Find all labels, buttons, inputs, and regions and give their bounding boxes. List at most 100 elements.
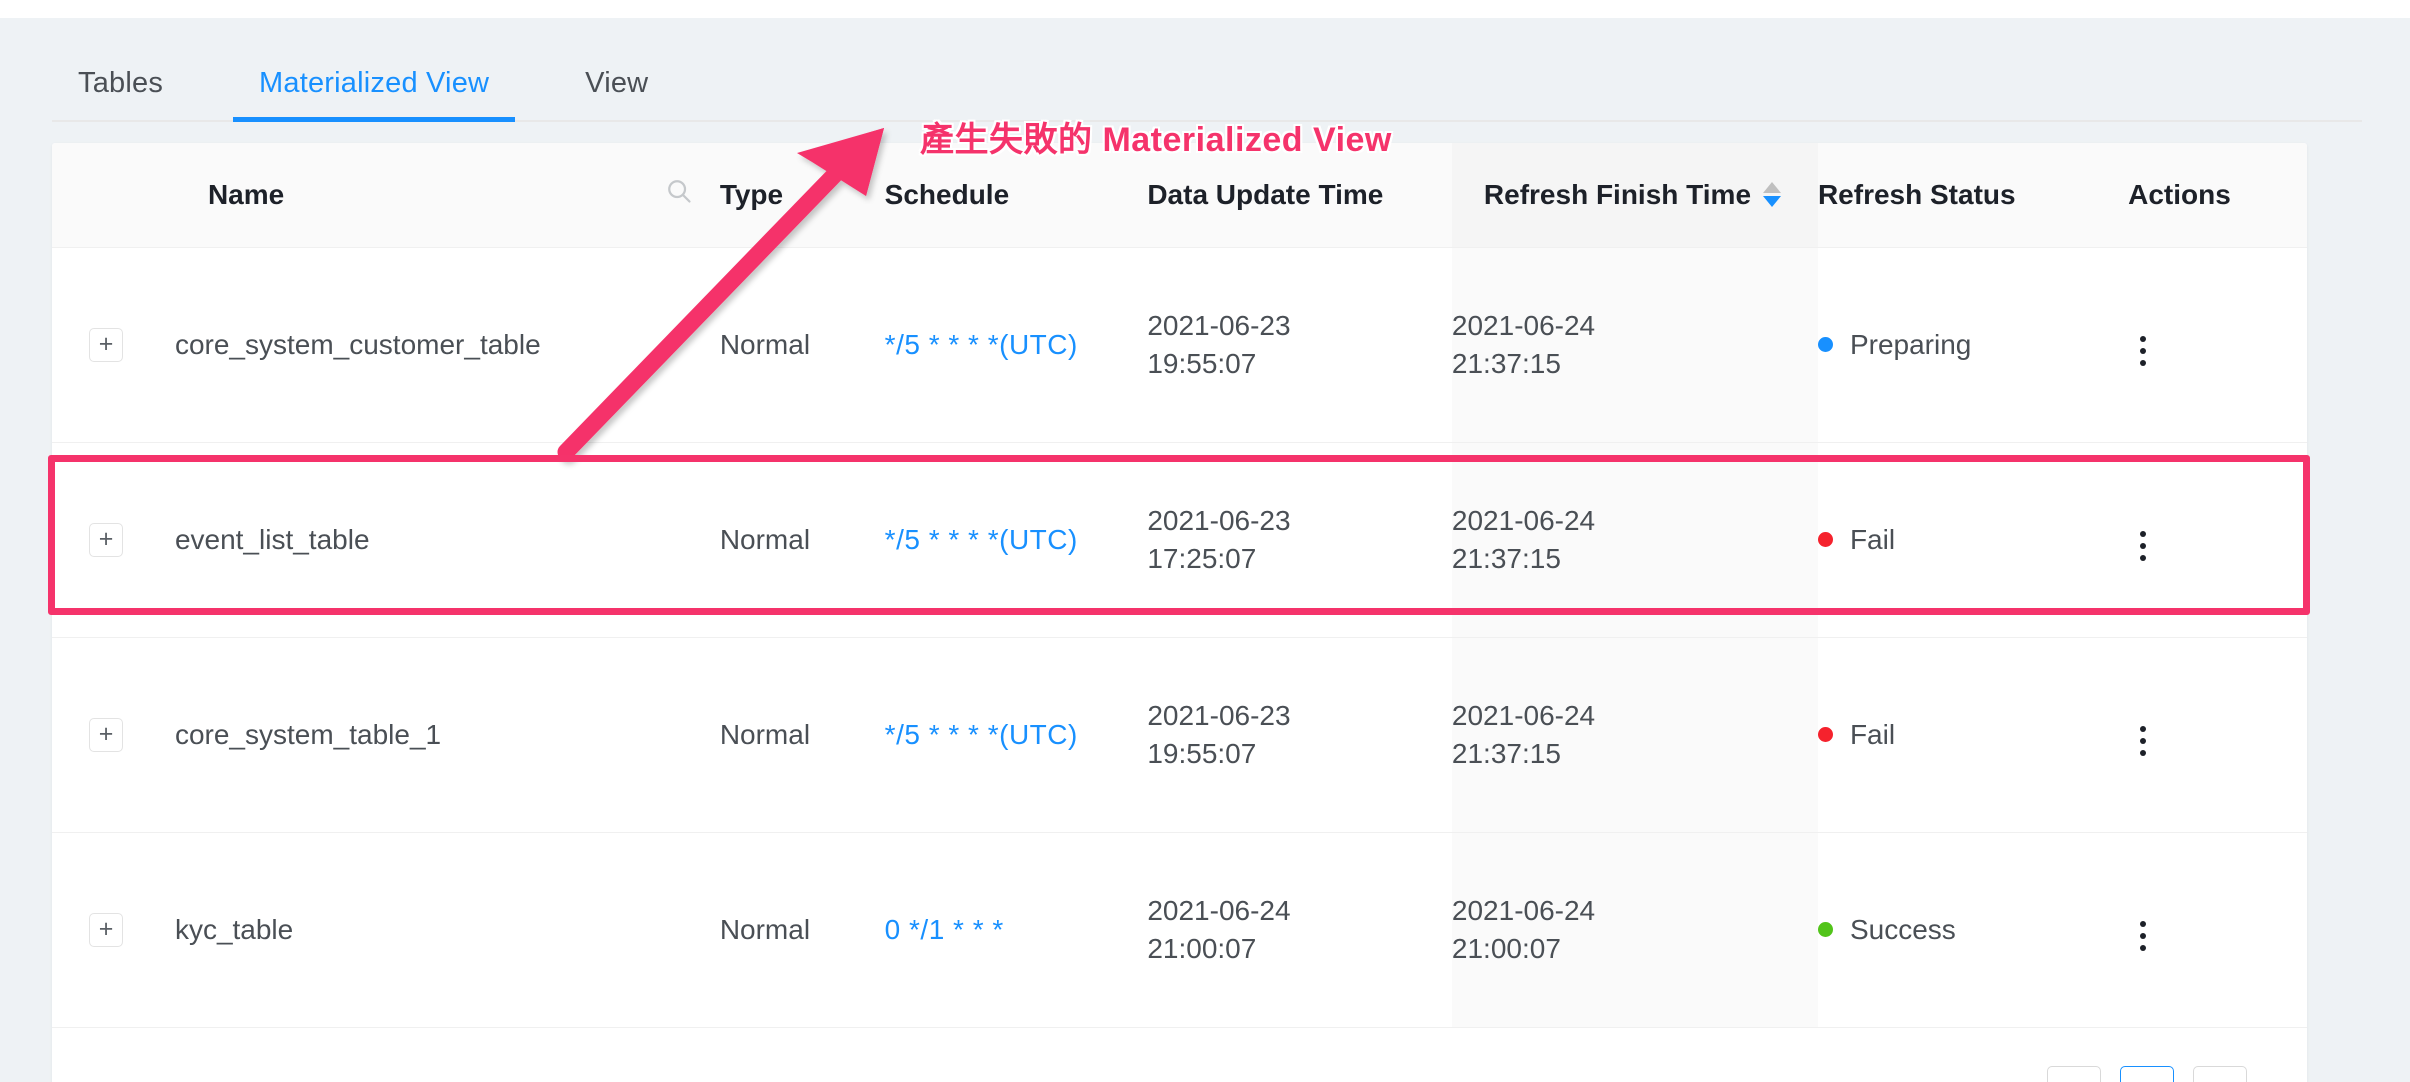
caret-up-icon (1763, 182, 1782, 194)
pagination-page-number: 1 (2139, 1077, 2154, 1082)
row-actions-menu-icon[interactable] (2128, 525, 2158, 567)
expand-row-button[interactable]: + (89, 522, 123, 557)
cell-schedule: */5 * * * *(UTC) (884, 247, 1148, 443)
header-actions-label: Actions (2128, 178, 2231, 210)
table-row[interactable]: + kyc_table Normal 0 */1 * * * 2021-06-24 21:… (52, 832, 2307, 1028)
header-type-label: Type (719, 178, 784, 210)
table-header-row: Name Type Schedule Data Update Time Refr… (52, 143, 2307, 248)
chevron-right-icon: › (2216, 1077, 2225, 1082)
row-name-label: core_system_table_1 (174, 718, 442, 750)
cell-name: core_system_table_1 (174, 637, 720, 833)
row-refresh-finish-date: 2021-06-24 (1451, 310, 1596, 342)
row-actions-menu-icon[interactable] (2128, 915, 2158, 957)
cell-schedule: */5 * * * *(UTC) (884, 637, 1148, 833)
cell-data-update-time: 2021-06-23 19:55:07 (1147, 637, 1452, 833)
cell-refresh-status: Preparing (1817, 247, 2129, 443)
pagination-prev-button[interactable]: ‹ (2047, 1065, 2101, 1082)
tab-label: Tables (78, 67, 164, 99)
header-expand-spacer (52, 143, 175, 248)
cell-data-update-time: 2021-06-24 21:00:07 (1147, 832, 1452, 1028)
row-type-label: Normal (719, 718, 811, 750)
plus-icon: + (98, 914, 114, 943)
cell-refresh-finish-time: 2021-06-24 21:37:15 (1451, 247, 1818, 443)
table-body: + core_system_customer_table Normal */5 * *… (52, 247, 2307, 1028)
row-data-update-date: 2021-06-24 (1147, 895, 1291, 927)
row-type-label: Normal (719, 913, 811, 945)
pagination-next-button[interactable]: › (2193, 1065, 2247, 1082)
row-schedule-link[interactable]: */5 * * * *(UTC) (885, 524, 1078, 555)
cell-name: event_list_table (174, 442, 720, 638)
header-data-update-time-label: Data Update Time (1147, 178, 1384, 210)
row-name-label: kyc_table (174, 913, 294, 945)
row-data-update-date: 2021-06-23 (1147, 700, 1291, 732)
header-refresh-status[interactable]: Refresh Status (1817, 143, 2129, 248)
expand-row-button[interactable]: + (89, 327, 123, 362)
chevron-left-icon: ‹ (2070, 1077, 2079, 1082)
cell-name: core_system_customer_table (174, 247, 720, 443)
status-badge: Fail (1849, 523, 1896, 555)
expand-row-button[interactable]: + (89, 912, 123, 947)
row-expand-cell: + (52, 247, 175, 443)
row-data-update-clock: 19:55:07 (1147, 347, 1257, 379)
row-refresh-finish-date: 2021-06-24 (1451, 505, 1596, 537)
row-schedule-link[interactable]: */5 * * * *(UTC) (885, 719, 1078, 750)
table-row[interactable]: + event_list_table Normal */5 * * * *(UTC) 2… (52, 442, 2307, 638)
materialized-view-card: Name Type Schedule Data Update Time Refr… (52, 143, 2307, 1082)
row-expand-cell: + (52, 832, 175, 1028)
expand-row-button[interactable]: + (89, 717, 123, 752)
header-refresh-status-label: Refresh Status (1817, 178, 2016, 210)
row-refresh-finish-clock: 21:37:15 (1451, 542, 1561, 574)
header-actions: Actions (2128, 143, 2307, 248)
cell-refresh-status: Fail (1817, 442, 2129, 638)
tab-view[interactable]: View (585, 67, 648, 122)
cell-schedule: */5 * * * *(UTC) (884, 442, 1148, 638)
row-actions-menu-icon[interactable] (2128, 720, 2158, 762)
cell-actions (2128, 832, 2307, 1028)
table-row[interactable]: + core_system_customer_table Normal */5 * *… (52, 247, 2307, 443)
search-icon[interactable] (664, 176, 694, 213)
cell-refresh-finish-time: 2021-06-24 21:00:07 (1451, 832, 1818, 1028)
table-footer: ‹ 1 › (52, 1027, 2307, 1082)
row-refresh-finish-clock: 21:37:15 (1451, 737, 1561, 769)
status-badge: Success (1849, 913, 1956, 945)
tab-tables[interactable]: Tables (78, 67, 163, 122)
header-schedule[interactable]: Schedule (884, 143, 1148, 248)
cell-actions (2128, 247, 2307, 443)
row-refresh-finish-date: 2021-06-24 (1451, 895, 1596, 927)
status-badge: Preparing (1849, 328, 1972, 360)
status-dot-icon (1817, 532, 1833, 547)
row-data-update-clock: 19:55:07 (1147, 737, 1257, 769)
tab-bar: Tables Materialized View View (52, 18, 2362, 122)
table-row[interactable]: + core_system_table_1 Normal */5 * * * *(UT… (52, 637, 2307, 833)
row-data-update-date: 2021-06-23 (1147, 310, 1291, 342)
header-refresh-finish-time[interactable]: Refresh Finish Time (1451, 143, 1818, 248)
header-type[interactable]: Type (719, 143, 885, 248)
cell-type: Normal (719, 247, 885, 443)
row-type-label: Normal (719, 328, 811, 360)
plus-icon: + (98, 524, 114, 553)
cell-schedule: 0 */1 * * * (884, 832, 1148, 1028)
header-name[interactable]: Name (174, 143, 720, 248)
header-refresh-finish-time-label: Refresh Finish Time (1483, 178, 1752, 210)
cell-actions (2128, 637, 2307, 833)
row-expand-cell: + (52, 637, 175, 833)
plus-icon: + (98, 329, 114, 358)
row-schedule-link[interactable]: 0 */1 * * * (885, 914, 1004, 945)
pagination-page-1[interactable]: 1 (2120, 1065, 2174, 1082)
header-data-update-time[interactable]: Data Update Time (1147, 143, 1452, 248)
row-actions-menu-icon[interactable] (2128, 330, 2158, 372)
pagination: ‹ 1 › (2047, 1065, 2247, 1082)
row-refresh-finish-date: 2021-06-24 (1451, 700, 1596, 732)
materialized-view-page: Tables Materialized View View Name Type … (0, 0, 2410, 1082)
tab-bar-wrapper: Tables Materialized View View (52, 18, 2362, 122)
tab-label: View (585, 67, 649, 99)
cell-actions (2128, 442, 2307, 638)
cell-type: Normal (719, 832, 885, 1028)
row-data-update-date: 2021-06-23 (1147, 505, 1291, 537)
row-refresh-finish-clock: 21:00:07 (1451, 932, 1561, 964)
sort-toggle-refresh-finish-time[interactable] (1763, 182, 1782, 208)
row-schedule-link[interactable]: */5 * * * *(UTC) (885, 329, 1078, 360)
tab-materialized-view[interactable]: Materialized View (233, 67, 516, 122)
row-name-label: core_system_customer_table (174, 328, 541, 360)
caret-down-icon (1763, 196, 1782, 208)
